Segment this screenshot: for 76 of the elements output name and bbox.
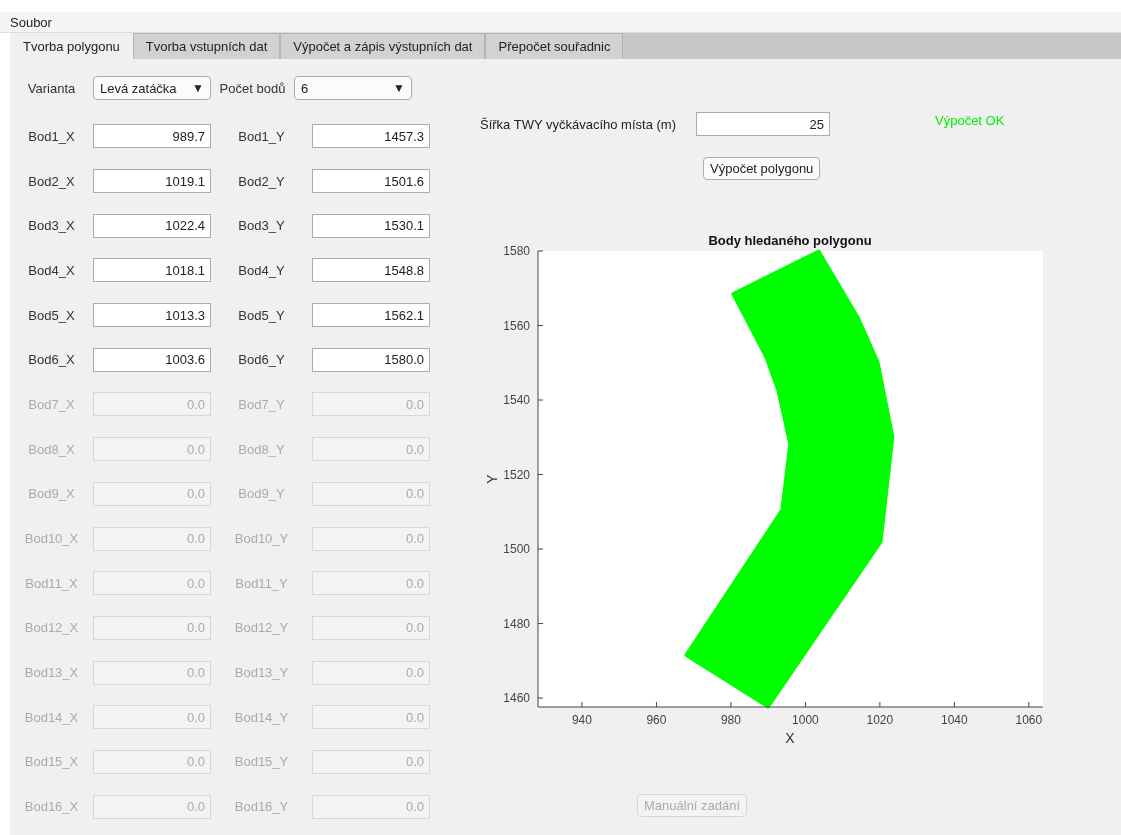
input-field[interactable]: 1022.4 — [93, 213, 211, 238]
menu-item[interactable]: Soubor — [10, 14, 52, 30]
field-label: Bod11_X — [24, 575, 79, 591]
field-label: Šířka TWY vyčkávacího místa (m) — [480, 116, 677, 132]
field-label: Bod10_Y — [233, 531, 290, 547]
input-field[interactable]: 1501.6 — [312, 169, 430, 194]
field-label: Bod2_Y — [237, 173, 286, 189]
input-field[interactable]: 1562.1 — [312, 303, 430, 328]
tab[interactable]: Tvorba polygonu — [10, 33, 133, 59]
field-label: Bod16_X — [23, 799, 80, 815]
chart-title: Body hledaného polygonu — [708, 233, 872, 248]
field-label: Varianta — [26, 80, 77, 96]
field-label: Bod12_Y — [233, 620, 290, 636]
field-label: Bod3_X — [27, 218, 76, 234]
field-label: Bod1_X — [27, 128, 76, 144]
x-tick-label: 940 — [571, 713, 592, 727]
field-label: Bod12_X — [23, 620, 80, 636]
field-label: Bod8_Y — [237, 441, 286, 457]
input-field[interactable]: 25 — [696, 112, 830, 136]
input-field[interactable]: 1580.0 — [312, 347, 430, 372]
x-tick-label: 1020 — [866, 713, 894, 727]
field-label: Bod14_X — [23, 709, 80, 725]
tab[interactable]: Výpočet a zápis výstupních dat — [280, 33, 486, 59]
y-tick-label: 1560 — [503, 318, 530, 333]
y-tick-label: 1540 — [503, 393, 530, 407]
dropdown-arrow: ▼ — [192, 81, 204, 95]
x-tick-label: 1040 — [941, 713, 968, 727]
field-label: Bod11_Y — [234, 575, 289, 591]
field-label: Bod4_X — [27, 262, 76, 278]
field-label: Bod1_Y — [237, 128, 286, 144]
field-label: Bod14_Y — [233, 709, 290, 725]
field-label: Bod9_X — [27, 486, 76, 502]
field-label: Bod2_X — [27, 173, 76, 189]
field-label: Bod5_X — [27, 307, 76, 323]
field-label: Bod15_X — [23, 754, 80, 770]
y-tick-label: 1480 — [503, 616, 530, 631]
field-label: Bod4_Y — [237, 262, 286, 278]
status-text: Výpočet OK — [935, 112, 1005, 128]
field-label: Bod13_X — [23, 665, 80, 681]
field-label: Bod16_Y — [233, 799, 290, 815]
field-label: Bod5_Y — [237, 307, 286, 323]
input-field[interactable]: 1013.3 — [93, 303, 211, 328]
dropdown[interactable]: Levá zatáčka ▼ — [93, 76, 211, 100]
input-field[interactable]: 989.7 — [93, 124, 211, 149]
tab[interactable]: Tvorba vstupních dat — [132, 33, 281, 59]
input-field[interactable]: 1457.3 — [312, 124, 430, 149]
y-tick-label: 1520 — [503, 467, 530, 482]
input-field[interactable]: 1530.1 — [312, 213, 430, 238]
compute-button[interactable]: Výpočet polygonu — [703, 157, 821, 180]
y-tick-label: 1580 — [503, 244, 530, 258]
tab[interactable]: Přepočet souřadnic — [485, 33, 624, 59]
input-field[interactable]: 1003.6 — [93, 347, 211, 372]
field-label: Bod9_Y — [237, 486, 286, 502]
input-field[interactable]: 1019.1 — [93, 169, 211, 194]
field-label: Bod6_X — [27, 352, 76, 368]
field-label: Bod6_Y — [237, 352, 286, 368]
field-label: Bod8_X — [27, 441, 76, 457]
y-tick-label: 1460 — [503, 691, 530, 706]
x-tick-label: 980 — [720, 713, 741, 727]
input-field[interactable]: 1548.8 — [312, 258, 430, 283]
input-field[interactable]: 1018.1 — [93, 258, 211, 283]
x-tick-label: 960 — [646, 713, 667, 727]
dropdown-arrow: ▼ — [393, 81, 405, 95]
field-label: Bod7_X — [27, 396, 76, 412]
y-axis-label: Y — [485, 474, 500, 484]
dropdown[interactable]: 6 ▼ — [294, 76, 412, 100]
x-tick-label: 1060 — [1015, 713, 1043, 727]
field-label: Bod7_Y — [237, 396, 286, 412]
field-label: Bod15_Y — [233, 754, 290, 770]
x-axis-label: X — [785, 730, 795, 746]
field-label: Bod10_X — [23, 531, 80, 547]
field-label: Bod3_Y — [237, 218, 286, 234]
field-label: Bod13_Y — [233, 665, 290, 681]
x-tick-label: 1000 — [792, 713, 819, 727]
y-tick-label: 1500 — [503, 542, 530, 557]
field-label: Počet bodů — [218, 80, 287, 96]
